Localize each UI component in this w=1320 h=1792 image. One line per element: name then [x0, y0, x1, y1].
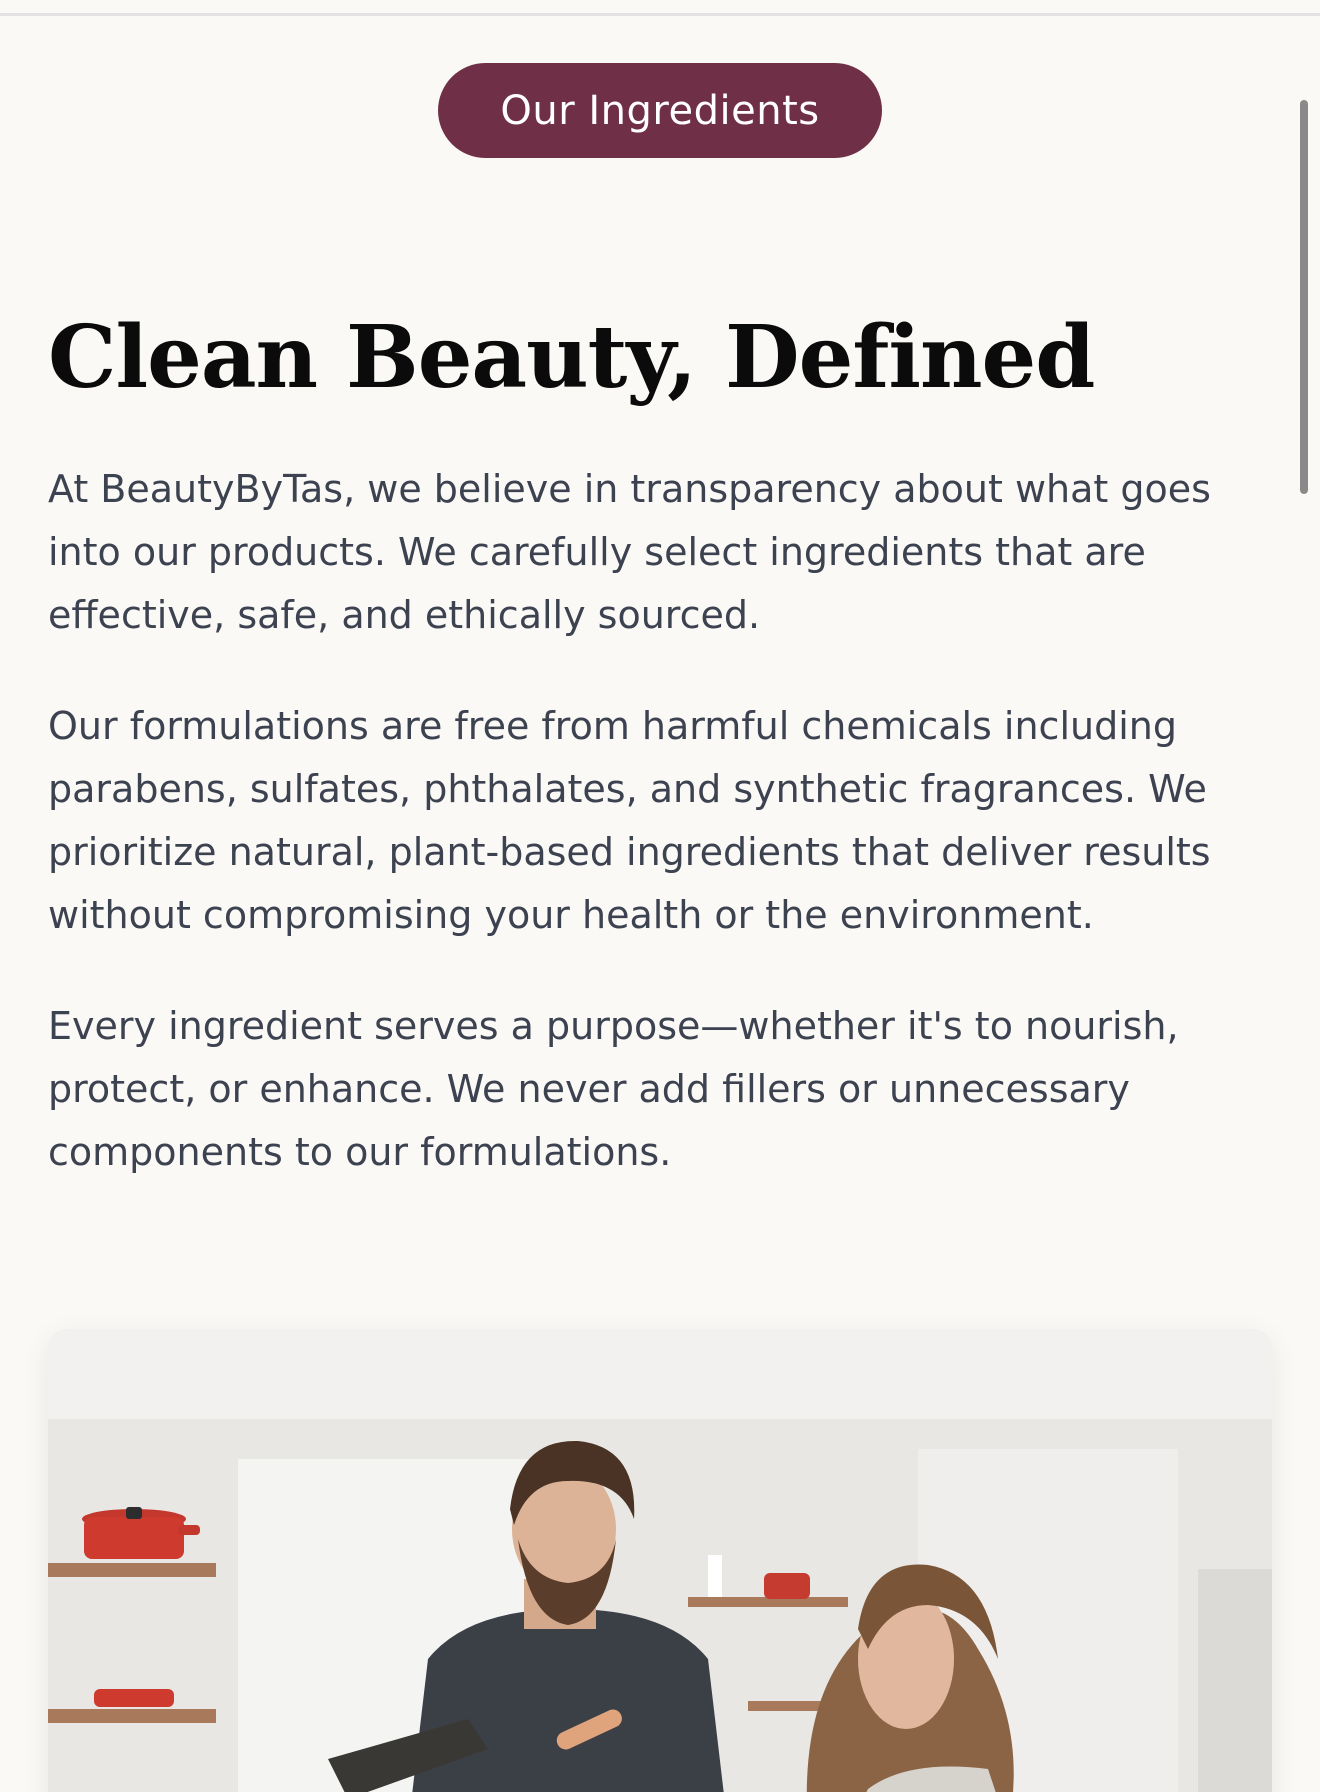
kitchen-photo [48, 1329, 1272, 1792]
section-badge: Our Ingredients [438, 63, 882, 158]
top-divider [0, 0, 1320, 16]
page-title: Clean Beauty, Defined [48, 307, 1095, 408]
purpose-paragraph: Every ingredient serves a purpose—whethe… [48, 1004, 1179, 1174]
scrollbar[interactable] [1300, 100, 1308, 494]
intro-paragraph: At BeautyByTas, we believe in transparen… [48, 467, 1211, 637]
formulation-paragraph: Our formulations are free from harmful c… [48, 704, 1211, 937]
